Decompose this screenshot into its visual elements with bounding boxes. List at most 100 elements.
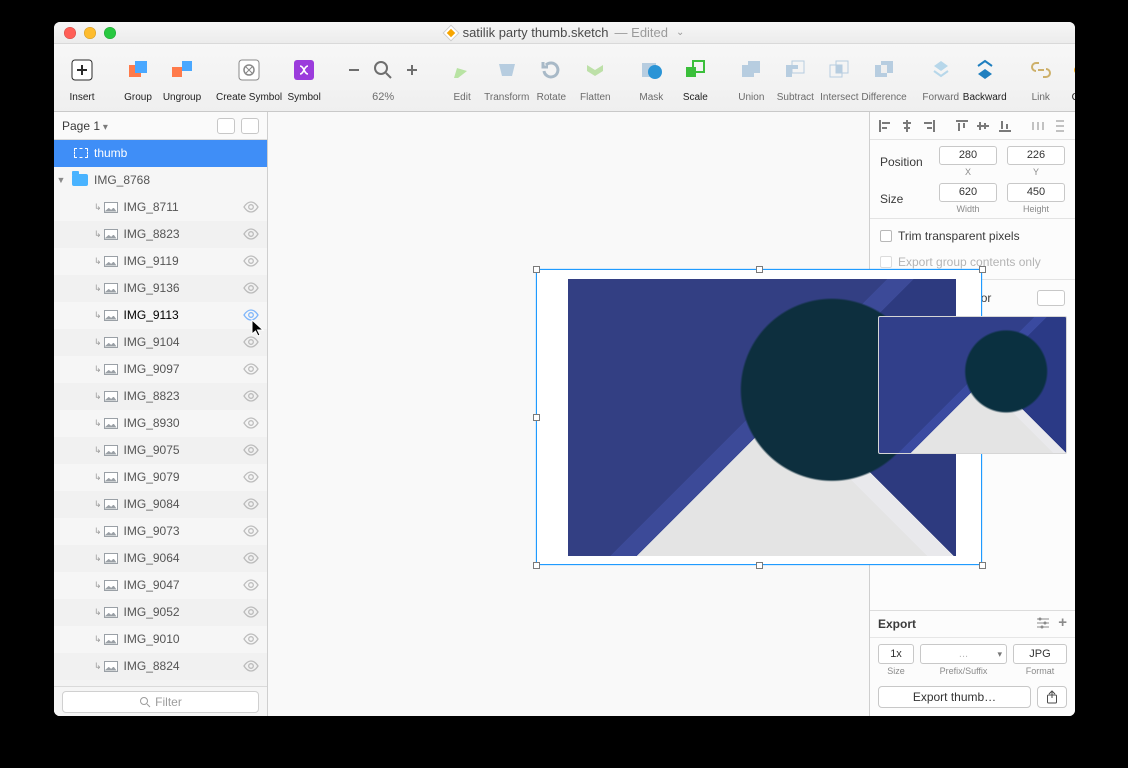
- link-button[interactable]: [1019, 50, 1063, 90]
- selection-handle[interactable]: [756, 562, 763, 569]
- export-button[interactable]: Export thumb…: [878, 686, 1031, 708]
- selection-handle[interactable]: [533, 414, 540, 421]
- layer-row[interactable]: ↳IMG_8930: [54, 410, 267, 437]
- layer-row[interactable]: ↳IMG_8824: [54, 653, 267, 680]
- group-button[interactable]: [116, 50, 160, 90]
- distribute-v-button[interactable]: [1050, 117, 1069, 135]
- window-title[interactable]: satilik party thumb.sketch — Edited ⌄: [54, 25, 1075, 40]
- create-symbol-button[interactable]: [227, 50, 271, 90]
- mask-button[interactable]: [629, 50, 673, 90]
- visibility-toggle[interactable]: [243, 361, 259, 377]
- layer-row[interactable]: ↳IMG_9079: [54, 464, 267, 491]
- subtract-button[interactable]: [773, 50, 817, 90]
- image-layer-icon: [104, 661, 118, 672]
- visibility-toggle[interactable]: [243, 199, 259, 215]
- selection-handle[interactable]: [533, 266, 540, 273]
- x-field[interactable]: 280: [939, 146, 997, 165]
- align-hcenter-button[interactable]: [898, 117, 917, 135]
- layer-list[interactable]: thumb▼IMG_8768↳IMG_8711↳IMG_8823↳IMG_911…: [54, 140, 267, 686]
- scale-button[interactable]: [673, 50, 717, 90]
- page-grid-button[interactable]: [241, 118, 259, 134]
- cloud-button[interactable]: [1063, 50, 1075, 90]
- forward-button[interactable]: [919, 50, 963, 90]
- selection-handle[interactable]: [979, 562, 986, 569]
- align-bottom-button[interactable]: [996, 117, 1015, 135]
- selection-handle[interactable]: [979, 266, 986, 273]
- zoom-window-button[interactable]: [104, 27, 116, 39]
- visibility-toggle[interactable]: [243, 496, 259, 512]
- layer-row[interactable]: ↳IMG_9073: [54, 518, 267, 545]
- align-vcenter-button[interactable]: [974, 117, 993, 135]
- layer-row[interactable]: ↳IMG_9052: [54, 599, 267, 626]
- layer-folder[interactable]: ▼IMG_8768: [54, 167, 267, 194]
- y-field[interactable]: 226: [1007, 146, 1065, 165]
- edit-button[interactable]: [440, 50, 484, 90]
- background-color-swatch[interactable]: [1037, 290, 1065, 306]
- export-prefix-field[interactable]: ...: [920, 644, 1007, 664]
- width-field[interactable]: 620: [939, 183, 997, 202]
- page-list-button[interactable]: [217, 118, 235, 134]
- export-add-icon[interactable]: +: [1058, 617, 1067, 632]
- export-format-field[interactable]: JPG: [1013, 644, 1067, 664]
- layer-name: IMG_9136: [124, 281, 239, 295]
- rotate-button[interactable]: [529, 50, 573, 90]
- difference-button[interactable]: [862, 50, 906, 90]
- distribute-h-button[interactable]: [1029, 117, 1048, 135]
- layer-row[interactable]: ↳IMG_9097: [54, 356, 267, 383]
- intersect-button[interactable]: [817, 50, 861, 90]
- layer-row[interactable]: ↳IMG_9010: [54, 626, 267, 653]
- union-button[interactable]: [729, 50, 773, 90]
- visibility-toggle[interactable]: [243, 523, 259, 539]
- layer-row[interactable]: ↳IMG_8823: [54, 383, 267, 410]
- export-settings-icon[interactable]: [1036, 617, 1050, 632]
- page-selector[interactable]: Page 1: [54, 112, 267, 140]
- export-size-field[interactable]: 1x: [878, 644, 914, 664]
- zoom-out-button[interactable]: [342, 58, 366, 82]
- visibility-toggle[interactable]: [243, 577, 259, 593]
- layer-row[interactable]: ↳IMG_9084: [54, 491, 267, 518]
- filter-input[interactable]: Filter: [62, 691, 259, 713]
- visibility-toggle[interactable]: [243, 631, 259, 647]
- visibility-toggle[interactable]: [243, 442, 259, 458]
- selection-handle[interactable]: [533, 562, 540, 569]
- minimize-window-button[interactable]: [84, 27, 96, 39]
- height-field[interactable]: 450: [1007, 183, 1065, 202]
- selection-handle[interactable]: [756, 266, 763, 273]
- zoom-in-button[interactable]: [400, 58, 424, 82]
- trim-checkbox-row[interactable]: Trim transparent pixels: [870, 223, 1075, 249]
- layer-artboard-thumb[interactable]: thumb: [54, 140, 267, 167]
- align-top-button[interactable]: [952, 117, 971, 135]
- layer-row[interactable]: ↳IMG_9047: [54, 572, 267, 599]
- layer-row[interactable]: ↳IMG_8823: [54, 221, 267, 248]
- visibility-toggle[interactable]: [243, 658, 259, 674]
- backward-button[interactable]: [963, 50, 1007, 90]
- symbol-button[interactable]: [282, 50, 326, 90]
- flatten-button[interactable]: [573, 50, 617, 90]
- layer-row[interactable]: ↳IMG_9104: [54, 329, 267, 356]
- visibility-toggle[interactable]: [243, 604, 259, 620]
- visibility-toggle[interactable]: [243, 415, 259, 431]
- layer-row[interactable]: ↳IMG_9136: [54, 275, 267, 302]
- magnifier-icon[interactable]: [372, 59, 394, 81]
- ungroup-button[interactable]: [160, 50, 204, 90]
- align-left-button[interactable]: [876, 117, 895, 135]
- visibility-toggle[interactable]: [243, 280, 259, 296]
- layer-row[interactable]: ↳IMG_8711: [54, 194, 267, 221]
- trim-checkbox[interactable]: [880, 230, 892, 242]
- layer-row[interactable]: ↳IMG_9119: [54, 248, 267, 275]
- visibility-toggle[interactable]: [243, 226, 259, 242]
- transform-button[interactable]: [485, 50, 529, 90]
- layer-row[interactable]: ↳IMG_9113: [54, 302, 267, 329]
- visibility-toggle[interactable]: [243, 469, 259, 485]
- layer-row[interactable]: ↳IMG_9075: [54, 437, 267, 464]
- visibility-toggle[interactable]: [243, 388, 259, 404]
- visibility-toggle[interactable]: [243, 253, 259, 269]
- insert-button[interactable]: [60, 50, 104, 90]
- share-button[interactable]: [1037, 686, 1067, 708]
- align-right-button[interactable]: [920, 117, 939, 135]
- canvas[interactable]: [268, 112, 869, 716]
- disclosure-triangle-icon[interactable]: ▼: [54, 175, 68, 185]
- close-window-button[interactable]: [64, 27, 76, 39]
- layer-row[interactable]: ↳IMG_9064: [54, 545, 267, 572]
- visibility-toggle[interactable]: [243, 550, 259, 566]
